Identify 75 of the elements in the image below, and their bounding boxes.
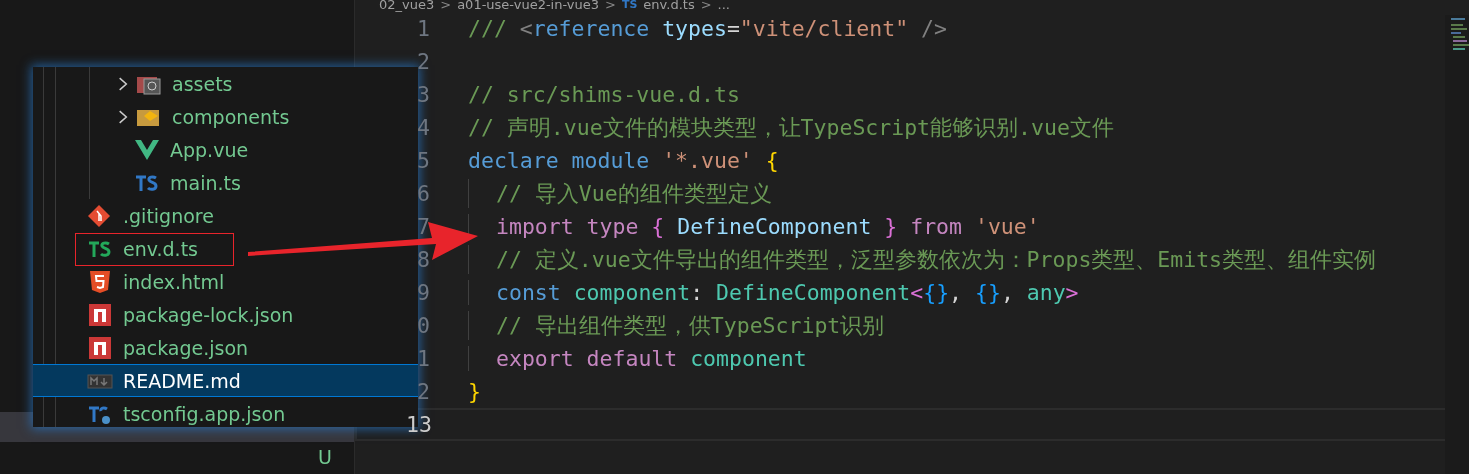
code-token: reference — [532, 16, 650, 41]
chevron: > — [700, 0, 712, 12]
code-token: // 导出组件类型，供TypeScript识别 — [496, 313, 885, 338]
git-icon — [87, 203, 113, 228]
file-row[interactable]: components — [90, 100, 290, 133]
breadcrumb-item[interactable]: a01-use-vue2-in-vue3 — [457, 0, 599, 12]
code-token: {} — [975, 280, 1001, 305]
selected-file-row[interactable]: README.md — [33, 364, 418, 397]
vue-icon — [134, 137, 160, 162]
code-token: /> — [920, 16, 947, 41]
code-token: { — [650, 214, 665, 239]
code-token: // 声明.vue文件的模块类型，让TypeScript能够识别.vue文件 — [468, 115, 1114, 140]
code-token: "vite/client" — [739, 16, 909, 41]
chevron-icon — [118, 75, 128, 92]
file-row[interactable]: App.vue — [90, 133, 249, 166]
code-token: , — [949, 280, 964, 305]
file-row[interactable]: index.html — [33, 265, 225, 298]
code-token: {} — [923, 280, 950, 305]
code-token: > — [1065, 280, 1079, 305]
line-number: 3 — [416, 82, 430, 107]
file-row[interactable]: tsconfig.app.json — [33, 397, 286, 427]
code-token: '*.vue' — [661, 148, 753, 173]
code-token: } — [468, 379, 481, 404]
code-token: from — [909, 214, 962, 239]
chevron: > — [440, 0, 452, 12]
code-token: /// — [468, 16, 507, 41]
code-token: const — [496, 280, 561, 305]
line-number: 0 — [416, 313, 430, 338]
line-number: 13 — [405, 412, 432, 437]
line-number: 1 — [416, 346, 430, 371]
code-token: declare module — [468, 148, 650, 173]
file-row[interactable]: package-lock.json — [33, 298, 294, 331]
code-token: = — [726, 16, 740, 41]
code-token: < — [910, 280, 924, 305]
file-row[interactable]: assets — [90, 67, 233, 100]
line-number: 5 — [416, 148, 430, 173]
line-number: 2 — [416, 379, 430, 404]
code-token: { — [764, 148, 779, 173]
file-row[interactable]: .gitignore — [33, 199, 214, 232]
code-token: component — [689, 346, 807, 371]
code-token: component — [572, 280, 691, 305]
line-number: 8 — [416, 247, 430, 272]
code-token: // 定义.vue文件导出的组件类型，泛型参数依次为：Props类型、Emits类型、组件实例 — [496, 247, 1377, 272]
npm-icon — [87, 335, 113, 360]
code-token: import type — [496, 214, 639, 239]
code-token: : — [690, 280, 705, 305]
code-token: // 导入Vue的组件类型定义 — [496, 181, 772, 206]
line-number: 9 — [416, 280, 430, 305]
file-row[interactable]: package.json — [33, 331, 249, 364]
line-number: 6 — [416, 181, 430, 206]
npm-icon — [87, 302, 113, 327]
breadcrumb-item[interactable]: ... — [717, 0, 730, 12]
line-number: 4 — [416, 115, 430, 140]
git-status: U — [318, 446, 332, 468]
code-token: 'vue' — [973, 214, 1040, 239]
code-token: DefineComponent — [716, 280, 911, 305]
html-icon — [87, 269, 113, 294]
file-row[interactable]: main.ts — [90, 166, 241, 199]
chevron-icon — [118, 108, 128, 125]
code-token: types — [661, 16, 727, 41]
file-row[interactable]: env.d.ts — [33, 232, 234, 265]
code-token: < — [518, 16, 533, 41]
code-token: // src/shims-vue.d.ts — [468, 82, 740, 107]
code-token: DefineComponent — [676, 214, 872, 239]
code-token: , — [1000, 280, 1015, 305]
breadcrumb-item[interactable]: 02_vue3 — [379, 0, 435, 12]
line-number: 1 — [416, 16, 430, 41]
breadcrumb-item[interactable]: env.d.ts — [643, 0, 695, 12]
code-token: } — [883, 214, 898, 239]
code-token: export default — [496, 346, 678, 371]
line-number: 7 — [416, 214, 430, 239]
line-number: 2 — [416, 49, 430, 74]
ts-label: TS — [621, 0, 638, 11]
chevron: > — [605, 0, 616, 12]
code-token: any — [1026, 280, 1066, 305]
